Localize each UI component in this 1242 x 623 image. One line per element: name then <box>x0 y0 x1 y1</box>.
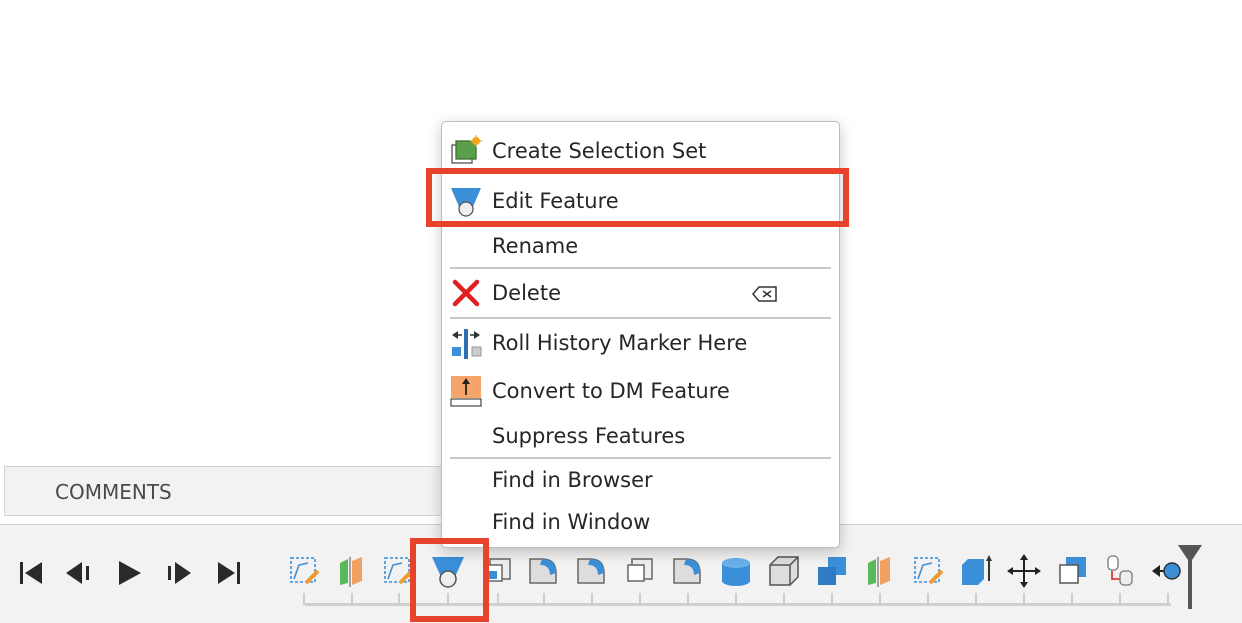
menu-item-label: Rename <box>492 234 579 258</box>
timeline-track <box>305 603 1171 606</box>
menu-item-find-in-browser[interactable]: Find in Browser <box>442 460 839 500</box>
menu-item-label: Find in Window <box>492 510 651 534</box>
timeline-tick <box>398 593 400 605</box>
timeline-tick <box>543 593 545 605</box>
comments-label: COMMENTS <box>55 480 172 504</box>
menu-item-label: Delete <box>492 281 561 305</box>
timeline-tick <box>591 593 593 605</box>
convert-dm-icon <box>450 376 482 407</box>
timeline-tick <box>1071 593 1073 605</box>
joint-icon[interactable] <box>1102 553 1138 589</box>
timeline-tick <box>1023 593 1025 605</box>
move-icon[interactable] <box>1006 553 1042 589</box>
fillet-icon[interactable] <box>574 553 610 589</box>
timeline-tick <box>783 593 785 605</box>
menu-item-roll-history-marker[interactable]: Roll History Marker Here <box>442 323 839 363</box>
play-icon[interactable] <box>114 557 144 589</box>
combine-icon[interactable] <box>814 553 850 589</box>
shell-icon[interactable] <box>480 553 516 589</box>
menu-separator <box>450 457 831 459</box>
timeline-tick <box>447 593 449 605</box>
menu-item-delete[interactable]: Delete <box>442 273 839 313</box>
menu-item-label: Find in Browser <box>492 468 653 492</box>
split-body-icon[interactable] <box>862 553 898 589</box>
context-menu: Create Selection Set Edit Feature Rename… <box>441 121 840 548</box>
split-body-icon[interactable] <box>334 553 370 589</box>
delete-x-icon <box>452 279 480 307</box>
menu-item-convert-dm-feature[interactable]: Convert to DM Feature <box>442 371 839 411</box>
menu-item-edit-feature[interactable]: Edit Feature <box>442 181 839 221</box>
timeline-tick <box>1167 593 1169 605</box>
history-marker-icon[interactable] <box>1176 545 1204 609</box>
shell-icon[interactable] <box>622 553 658 589</box>
selection-set-icon <box>451 135 482 164</box>
timeline-tick <box>687 593 689 605</box>
delete-key-icon <box>752 286 777 302</box>
timeline-tick <box>1119 593 1121 605</box>
menu-separator <box>450 267 831 269</box>
extrude-icon[interactable] <box>958 553 994 589</box>
menu-item-label: Suppress Features <box>492 424 686 448</box>
timeline-tick <box>639 593 641 605</box>
timeline-tick <box>975 593 977 605</box>
shell-icon[interactable] <box>1054 553 1090 589</box>
menu-item-rename[interactable]: Rename <box>442 226 839 266</box>
menu-item-label: Edit Feature <box>492 189 619 213</box>
menu-item-find-in-window[interactable]: Find in Window <box>442 502 839 542</box>
timeline-tick <box>879 593 881 605</box>
sketch-icon[interactable] <box>286 553 322 589</box>
sketch-icon[interactable] <box>380 553 416 589</box>
box-icon[interactable] <box>766 553 802 589</box>
skip-to-end-icon[interactable] <box>214 557 244 589</box>
fillet-icon[interactable] <box>526 553 562 589</box>
edit-feature-icon <box>451 188 481 217</box>
menu-item-create-selection-set[interactable]: Create Selection Set <box>442 131 839 171</box>
timeline-tick <box>831 593 833 605</box>
fillet-icon[interactable] <box>670 553 706 589</box>
menu-separator <box>450 317 831 319</box>
timeline-tick <box>351 593 353 605</box>
timeline-tick <box>927 593 929 605</box>
comments-panel[interactable]: COMMENTS <box>4 466 445 516</box>
cylinder-icon[interactable] <box>718 553 754 589</box>
timeline-tick <box>497 593 499 605</box>
menu-item-label: Convert to DM Feature <box>492 379 730 403</box>
menu-item-suppress-features[interactable]: Suppress Features <box>442 416 839 456</box>
roll-history-icon <box>452 329 482 359</box>
step-back-icon[interactable] <box>64 557 94 589</box>
timeline-tick <box>735 593 737 605</box>
menu-item-label: Roll History Marker Here <box>492 331 748 355</box>
loft-icon[interactable] <box>430 553 466 589</box>
step-forward-icon[interactable] <box>164 557 194 589</box>
sketch-icon[interactable] <box>910 553 946 589</box>
skip-to-start-icon[interactable] <box>16 557 46 589</box>
timeline-tick <box>303 593 305 605</box>
menu-item-label: Create Selection Set <box>492 139 707 163</box>
